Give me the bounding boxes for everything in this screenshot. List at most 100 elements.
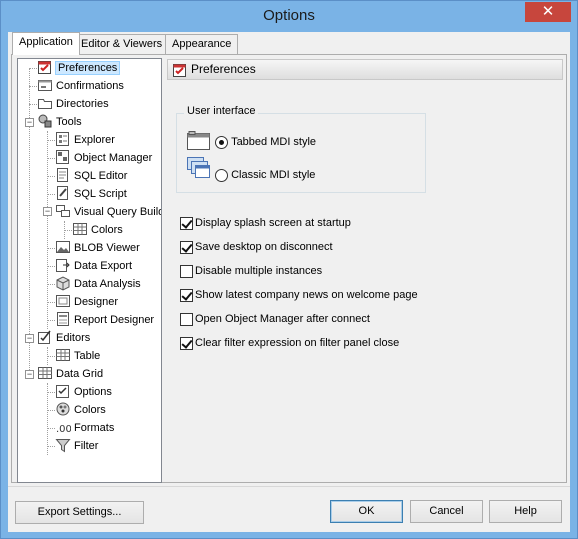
tree-item-label: SQL Script <box>74 188 127 201</box>
svg-text:.00: .00 <box>56 424 71 435</box>
preferences-header-title: Preferences <box>191 62 256 76</box>
help-button[interactable]: Help <box>489 500 562 523</box>
company-news-checkbox[interactable]: Show latest company news on welcome page <box>180 288 418 302</box>
tree-item-label: Preferences <box>54 61 121 76</box>
tree-item-colors-query[interactable]: Colors <box>72 221 123 239</box>
filter-icon <box>55 437 71 453</box>
title-bar[interactable]: Options ✕ <box>1 1 577 32</box>
colors-icon <box>55 401 71 417</box>
tree-item-label: Table <box>74 350 101 363</box>
tree-item-blob-viewer[interactable]: BLOB Viewer <box>55 239 140 257</box>
table-icon <box>55 347 71 363</box>
tree-item-label: Options <box>74 386 112 399</box>
checkbox-label: Disable multiple instances <box>195 265 323 278</box>
tree-item-formats[interactable]: .00 Formats <box>55 419 114 437</box>
tools-collapse-toggle[interactable]: − <box>25 118 34 127</box>
tabbed-mdi-radio[interactable]: Tabbed MDI style <box>215 135 316 149</box>
tabbed-mdi-icon <box>187 131 211 154</box>
tree-item-label: Directories <box>56 98 109 111</box>
tree-item-designer[interactable]: Designer <box>55 293 118 311</box>
tree-item-tools[interactable]: Tools <box>37 113 82 131</box>
preferences-icon <box>172 62 188 84</box>
query-builder-icon <box>55 203 71 219</box>
radio-button[interactable] <box>215 168 228 182</box>
tree-item-label: Object Manager <box>74 152 153 165</box>
splash-screen-checkbox[interactable]: Display splash screen at startup <box>180 216 351 230</box>
checkbox[interactable] <box>180 264 193 278</box>
tree-item-label: BLOB Viewer <box>74 242 140 255</box>
tab-appearance[interactable]: Appearance <box>165 34 239 54</box>
tab-application[interactable]: Application <box>12 32 80 55</box>
report-designer-icon <box>55 311 71 327</box>
blob-viewer-icon <box>55 239 71 255</box>
tree-item-data-export[interactable]: Data Export <box>55 257 132 275</box>
tree-item-editors[interactable]: Editors <box>37 329 90 347</box>
checkbox[interactable] <box>180 312 193 326</box>
tree-item-directories[interactable]: Directories <box>37 95 109 113</box>
tree-item-sql-script[interactable]: SQL Script <box>55 185 127 203</box>
tree-item-label: Designer <box>74 296 119 309</box>
save-desktop-checkbox[interactable]: Save desktop on disconnect <box>180 240 333 254</box>
editors-icon <box>37 329 53 345</box>
open-object-manager-checkbox[interactable]: Open Object Manager after connect <box>180 312 370 326</box>
tree-item-confirmations[interactable]: Confirmations <box>37 77 124 95</box>
tab-label: Application <box>19 36 73 48</box>
tree-item-preferences[interactable]: Preferences <box>37 59 121 77</box>
tree-item-label: Tools <box>56 116 82 129</box>
tab-label: Editor & Viewers <box>81 38 163 50</box>
tree-item-label: Colors <box>74 404 106 417</box>
checkbox-label: Open Object Manager after connect <box>195 313 370 326</box>
tools-icon <box>37 113 53 129</box>
tree-item-filter[interactable]: Filter <box>55 437 98 455</box>
classic-mdi-radio[interactable]: Classic MDI style <box>215 168 315 182</box>
options-tree[interactable]: − − − − Preferences Confirmations Direct… <box>17 58 162 483</box>
tree-item-report-designer[interactable]: Report Designer <box>55 311 154 329</box>
radio-label: Classic MDI style <box>231 169 316 182</box>
tree-item-grid-options[interactable]: Options <box>55 383 112 401</box>
tree-item-label: Data Export <box>74 260 133 273</box>
tab-editor-viewers[interactable]: Editor & Viewers <box>74 34 170 54</box>
disable-multiple-instances-checkbox[interactable]: Disable multiple instances <box>180 264 322 278</box>
radio-button[interactable] <box>215 135 228 149</box>
data-grid-collapse-toggle[interactable]: − <box>25 370 34 379</box>
data-export-icon <box>55 257 71 273</box>
classic-mdi-icon <box>187 157 211 182</box>
checkbox[interactable] <box>180 216 193 230</box>
tree-item-label: Explorer <box>74 134 115 147</box>
export-settings-button[interactable]: Export Settings... <box>15 501 144 524</box>
tree-item-grid-colors[interactable]: Colors <box>55 401 106 419</box>
data-grid-icon <box>37 365 53 381</box>
tree-item-object-manager[interactable]: Object Manager <box>55 149 152 167</box>
tree-item-data-grid[interactable]: Data Grid <box>37 365 103 383</box>
ok-button[interactable]: OK <box>330 500 403 523</box>
checkbox[interactable] <box>180 336 193 350</box>
checkbox-label: Save desktop on disconnect <box>195 241 333 254</box>
user-interface-group-title: User interface <box>184 105 259 117</box>
tree-item-label: Report Designer <box>74 314 155 327</box>
tree-item-label: Data Analysis <box>74 278 141 291</box>
tree-item-explorer[interactable]: Explorer <box>55 131 115 149</box>
designer-icon <box>55 293 71 309</box>
tree-item-label: Filter <box>74 440 99 453</box>
checkbox-label: Show latest company news on welcome page <box>195 289 418 302</box>
dialog-client: Application Editor & Viewers Appearance <box>8 32 570 532</box>
sql-script-icon <box>55 185 71 201</box>
tree-item-data-analysis[interactable]: Data Analysis <box>55 275 141 293</box>
cancel-button[interactable]: Cancel <box>410 500 483 523</box>
tree-item-label: SQL Editor <box>74 170 128 183</box>
tree-item-label: Editors <box>56 332 91 345</box>
editors-collapse-toggle[interactable]: − <box>25 334 34 343</box>
tree-item-visual-query-builder[interactable]: Visual Query Build <box>55 203 161 221</box>
query-builder-collapse-toggle[interactable]: − <box>43 207 52 216</box>
clear-filter-checkbox[interactable]: Clear filter expression on filter panel … <box>180 336 399 350</box>
window-title: Options <box>263 7 315 24</box>
tree-item-table[interactable]: Table <box>55 347 100 365</box>
checkbox[interactable] <box>180 288 193 302</box>
tree-item-sql-editor[interactable]: SQL Editor <box>55 167 127 185</box>
checkbox[interactable] <box>180 240 193 254</box>
close-button[interactable]: ✕ <box>525 2 571 22</box>
data-analysis-icon <box>55 275 71 291</box>
explorer-icon <box>55 131 71 147</box>
confirm-icon <box>37 77 53 93</box>
tree-item-label: Colors <box>91 224 123 237</box>
